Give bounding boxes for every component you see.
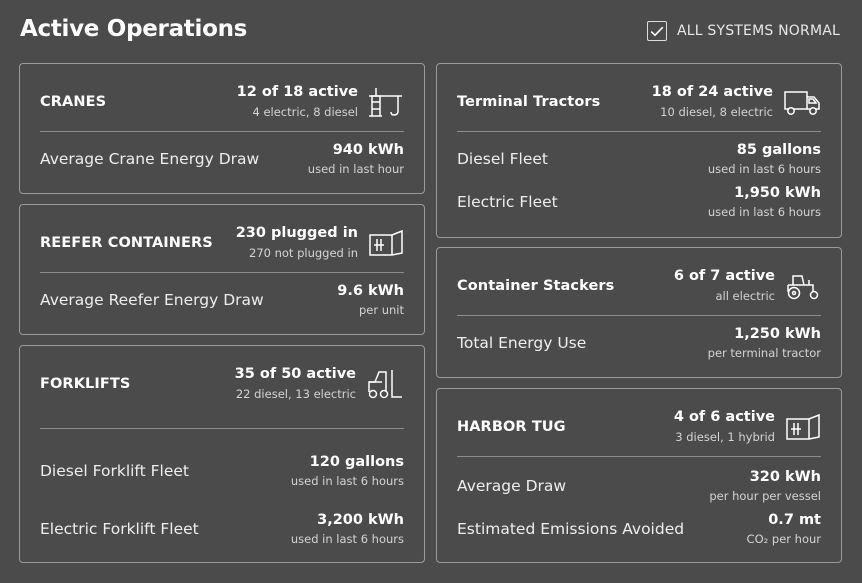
metric-value: 120 gallons — [309, 454, 404, 470]
fleet-breakdown: 3 diesel, 1 hybrid — [675, 430, 775, 444]
card-header: HARBOR TUG 4 of 6 active 3 diesel, 1 hyb… — [457, 389, 821, 457]
metric-value: 9.6 kWh — [337, 283, 404, 299]
cranes-card: CRANES 12 of 18 active 4 electric, 8 die… — [19, 63, 425, 194]
metric-label: Estimated Emissions Avoided — [457, 520, 685, 538]
not-plugged-in-count: 270 not plugged in — [249, 246, 358, 260]
card-header: Container Stackers 6 of 7 active all ele… — [457, 248, 821, 316]
metric-label: Average Reefer Energy Draw — [40, 291, 264, 309]
metric-caption: used in last 6 hours — [290, 474, 404, 488]
metric-label: Total Energy Use — [457, 334, 587, 352]
truck-icon — [783, 88, 821, 116]
card-title: REEFER CONTAINERS — [40, 235, 213, 251]
metric-row: Diesel Forklift Fleet 120 gallons used i… — [40, 454, 404, 490]
fleet-breakdown: 22 diesel, 13 electric — [235, 387, 356, 401]
card-title: FORKLIFTS — [40, 376, 131, 392]
reefer-containers-card: REEFER CONTAINERS 230 plugged in 270 not… — [19, 204, 425, 335]
metric-caption: CO₂ per hour — [746, 532, 821, 546]
checkmark-icon — [650, 26, 664, 36]
crane-icon — [368, 86, 404, 118]
metric-caption: used in last hour — [307, 162, 404, 176]
card-header: FORKLIFTS 35 of 50 active 22 diesel, 13 … — [40, 346, 404, 429]
active-count: 12 of 18 active — [236, 84, 358, 100]
card-title: HARBOR TUG — [457, 419, 566, 435]
metric-label: Average Crane Energy Draw — [40, 150, 260, 168]
tractor-icon — [785, 271, 821, 301]
metric-row: Average Draw 320 kWh per hour per vessel — [457, 469, 821, 505]
container-icon — [368, 229, 404, 257]
harbor-tug-card: HARBOR TUG 4 of 6 active 3 diesel, 1 hyb… — [436, 388, 842, 563]
metric-label: Diesel Fleet — [457, 150, 548, 168]
card-title: Container Stackers — [457, 278, 615, 294]
metric-value: 3,200 kWh — [317, 512, 404, 528]
active-count: 6 of 7 active — [673, 268, 775, 284]
metric-row: Average Reefer Energy Draw 9.6 kWh per u… — [40, 283, 404, 319]
container-stackers-card: Container Stackers 6 of 7 active all ele… — [436, 247, 842, 378]
metric-label: Diesel Forklift Fleet — [40, 462, 189, 480]
forklifts-card: FORKLIFTS 35 of 50 active 22 diesel, 13 … — [19, 345, 425, 563]
metric-label: Average Draw — [457, 477, 567, 495]
all-systems-status-toggle[interactable]: ALL SYSTEMS NORMAL — [646, 21, 840, 41]
plugged-in-count: 230 plugged in — [235, 225, 358, 241]
card-title: CRANES — [40, 94, 107, 110]
metric-row: Diesel Fleet 85 gallons used in last 6 h… — [457, 142, 821, 178]
active-count: 35 of 50 active — [234, 366, 356, 382]
terminal-tractors-card: Terminal Tractors 18 of 24 active 10 die… — [436, 63, 842, 238]
metric-caption: per terminal tractor — [707, 346, 821, 360]
metric-row: Average Crane Energy Draw 940 kWh used i… — [40, 142, 404, 178]
page-title: Active Operations — [20, 16, 248, 42]
metric-caption: per unit — [358, 303, 404, 317]
active-count: 18 of 24 active — [651, 84, 773, 100]
fleet-breakdown: all electric — [715, 289, 775, 303]
card-header: REEFER CONTAINERS 230 plugged in 270 not… — [40, 205, 404, 273]
metric-value: 1,250 kWh — [734, 326, 821, 342]
card-header: CRANES 12 of 18 active 4 electric, 8 die… — [40, 64, 404, 132]
card-title: Terminal Tractors — [457, 94, 601, 110]
metric-label: Electric Fleet — [457, 193, 558, 211]
metric-value: 85 gallons — [736, 142, 821, 158]
metric-caption: per hour per vessel — [709, 489, 821, 503]
metric-caption: used in last 6 hours — [707, 205, 821, 219]
status-label: ALL SYSTEMS NORMAL — [676, 23, 840, 39]
card-header: Terminal Tractors 18 of 24 active 10 die… — [457, 64, 821, 132]
fleet-breakdown: 10 diesel, 8 electric — [660, 105, 773, 119]
forklift-icon — [366, 368, 404, 400]
status-checkbox[interactable] — [646, 21, 667, 41]
metric-row: Electric Fleet 1,950 kWh used in last 6 … — [457, 185, 821, 221]
metric-value: 0.7 mt — [768, 512, 821, 528]
fleet-breakdown: 4 electric, 8 diesel — [252, 105, 358, 119]
metric-value: 320 kWh — [749, 469, 821, 485]
metric-caption: used in last 6 hours — [290, 532, 404, 546]
metric-row: Total Energy Use 1,250 kWh per terminal … — [457, 326, 821, 362]
active-count: 4 of 6 active — [673, 409, 775, 425]
metric-label: Electric Forklift Fleet — [40, 520, 199, 538]
metric-caption: used in last 6 hours — [707, 162, 821, 176]
container-icon — [785, 413, 821, 441]
metric-value: 940 kWh — [332, 142, 404, 158]
metric-row: Electric Forklift Fleet 3,200 kWh used i… — [40, 512, 404, 548]
metric-value: 1,950 kWh — [734, 185, 821, 201]
metric-row: Estimated Emissions Avoided 0.7 mt CO₂ p… — [457, 512, 821, 548]
